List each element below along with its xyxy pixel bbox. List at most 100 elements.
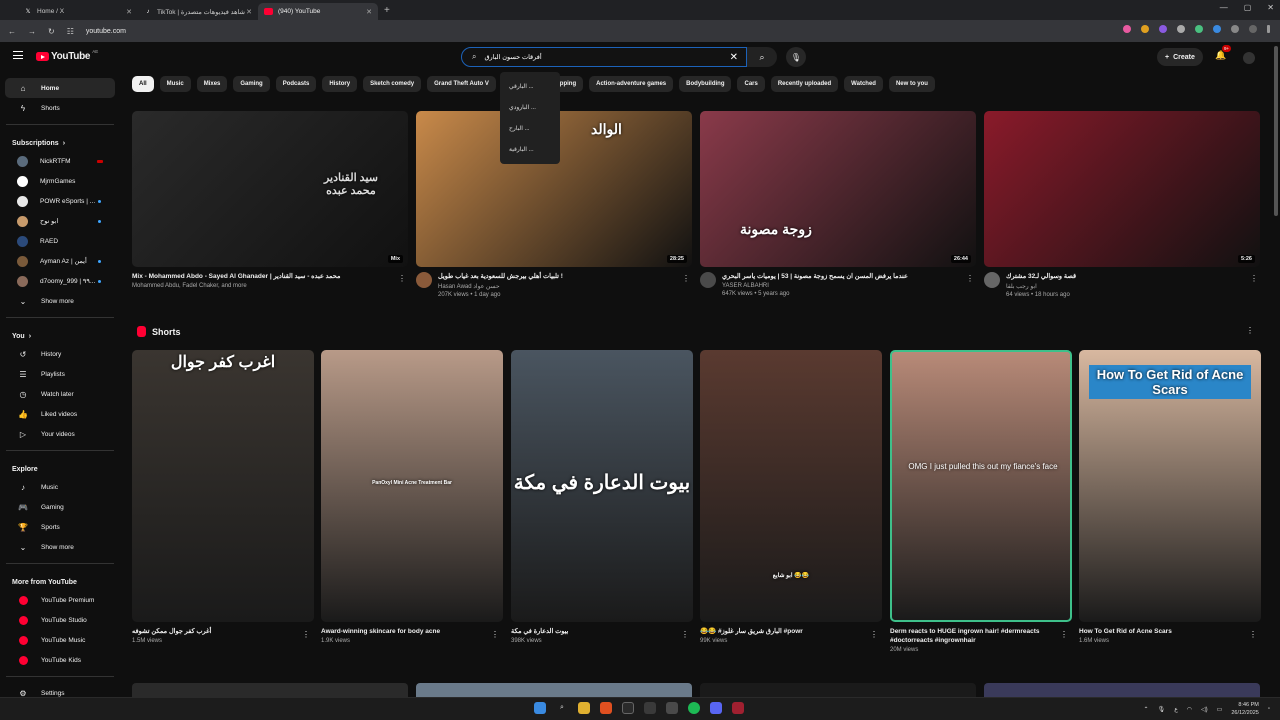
sidebar-subscription[interactable]: MjrmGames: [5, 171, 115, 191]
more-options-icon[interactable]: ⋮: [681, 630, 689, 639]
sidebar-item-history[interactable]: ↺ History: [5, 344, 115, 364]
chip-sketch-comedy[interactable]: Sketch comedy: [363, 76, 422, 92]
more-options-icon[interactable]: ⋮: [682, 274, 690, 283]
more-options-icon[interactable]: ⋮: [398, 274, 406, 283]
menu-icon[interactable]: [13, 51, 23, 59]
video-thumbnail[interactable]: زوجة مصونة 26:44: [700, 111, 976, 267]
short-card[interactable]: How To Get Rid of Acne Scars How To Get R…: [1079, 350, 1261, 644]
suggestion-item[interactable]: البارقي ...: [500, 76, 560, 97]
chip-grand-theft-auto-v[interactable]: Grand Theft Auto V: [427, 76, 496, 92]
new-tab-icon[interactable]: +: [384, 5, 390, 16]
url-field[interactable]: youtube.com: [86, 28, 126, 35]
search-button[interactable]: ⌕: [747, 47, 777, 67]
more-options-icon[interactable]: ⋮: [1060, 630, 1068, 639]
sidebar-show-more[interactable]: ⌄ Show more: [5, 291, 115, 311]
sidebar-subscription[interactable]: POWR eSports | ...: [5, 191, 115, 211]
create-button[interactable]: + Create: [1157, 48, 1203, 66]
chevron-up-icon[interactable]: ⌃: [1144, 706, 1149, 713]
sidebar-item-youtube-kids[interactable]: YouTube Kids: [5, 650, 115, 670]
close-tab-icon[interactable]: ✕: [126, 8, 132, 16]
sidebar-item-youtube-premium[interactable]: YouTube Premium: [5, 590, 115, 610]
sidebar-subscription[interactable]: ابو نوح: [5, 211, 115, 231]
extension-icon[interactable]: [1159, 25, 1167, 33]
channel-avatar[interactable]: [416, 272, 432, 288]
short-title[interactable]: Award-winning skincare for body acne: [321, 627, 503, 636]
minimize-icon[interactable]: —: [1220, 3, 1228, 12]
sidebar-item-home[interactable]: ⌂ Home: [5, 78, 115, 98]
language-indicator[interactable]: ع: [1174, 706, 1178, 713]
video-card[interactable]: سيد القنادير محمد عبده Mix Mix - Mohammed …: [132, 111, 408, 289]
back-icon[interactable]: ←: [8, 27, 16, 36]
extension-icon[interactable]: [1213, 25, 1221, 33]
sidebar-item-youtube-music[interactable]: YouTube Music: [5, 630, 115, 650]
short-thumbnail[interactable]: How To Get Rid of Acne Scars: [1079, 350, 1261, 622]
spotify-icon[interactable]: [688, 702, 700, 714]
extension-icon[interactable]: [1141, 25, 1149, 33]
app-icon[interactable]: [666, 702, 678, 714]
chip-mixes[interactable]: Mixes: [196, 76, 228, 92]
extension-icon[interactable]: [1177, 25, 1185, 33]
mic-icon[interactable]: 🎙: [1158, 706, 1166, 713]
chip-cars[interactable]: Cars: [737, 76, 765, 92]
more-options-icon[interactable]: ⋮: [491, 630, 499, 639]
chip-podcasts[interactable]: Podcasts: [275, 76, 317, 92]
short-thumbnail[interactable]: بيوت الدعارة في مكة: [511, 350, 693, 622]
sidebar-item-sports[interactable]: 🏆 Sports: [5, 517, 115, 537]
short-title[interactable]: How To Get Rid of Acne Scars: [1079, 627, 1261, 636]
channel-name[interactable]: ابو رجب بلقا: [1006, 283, 1076, 290]
app-icon[interactable]: [644, 702, 656, 714]
short-title[interactable]: بيوت الدعارة في مكة: [511, 627, 693, 636]
short-title[interactable]: أغرب كفر جوال ممكن تشوفه: [132, 627, 314, 636]
more-options-icon[interactable]: ⋮: [302, 630, 310, 639]
more-options-icon[interactable]: ⋮: [1246, 326, 1254, 335]
notification-center-icon[interactable]: ▫: [1268, 706, 1270, 712]
video-thumbnail[interactable]: 5:26: [984, 111, 1260, 267]
avatar[interactable]: [1243, 52, 1255, 64]
volume-icon[interactable]: ◁): [1201, 706, 1208, 713]
short-thumbnail[interactable]: OMG I just pulled this out my fiance's f…: [890, 350, 1072, 622]
chip-watched[interactable]: Watched: [844, 76, 883, 92]
more-options-icon[interactable]: ⋮: [1249, 630, 1257, 639]
chip-music[interactable]: Music: [159, 76, 191, 92]
sidebar-item-your-videos[interactable]: ▷ Your videos: [5, 424, 115, 444]
channel-name[interactable]: YASER ALBAHRI: [722, 283, 908, 289]
battery-icon[interactable]: ▭: [1217, 706, 1223, 713]
notifications-button[interactable]: 🔔 9+: [1215, 45, 1232, 61]
short-title[interactable]: 😂😂 #البارق شريق سار غلوز #powr: [700, 627, 882, 636]
suggestion-item[interactable]: البارقية ...: [500, 139, 560, 160]
video-card[interactable]: زوجة مصونة 26:44 عندما يرفض المسن ان يسمح …: [700, 111, 976, 297]
close-tab-icon[interactable]: ✕: [366, 8, 372, 16]
subscriptions-heading[interactable]: Subscriptions ›: [0, 131, 120, 151]
clear-search-icon[interactable]: ✕: [730, 52, 738, 63]
search-icon[interactable]: ⌕: [556, 702, 568, 714]
app-icon[interactable]: [732, 702, 744, 714]
menu-icon[interactable]: [1267, 25, 1270, 33]
short-title[interactable]: Derm reacts to HUGE ingrown hair! #dermr…: [890, 627, 1072, 645]
short-thumbnail[interactable]: ابو شايع 😂😂: [700, 350, 882, 622]
sidebar-subscription[interactable]: d7oomy_999 | ٩٩...: [5, 271, 115, 291]
video-title[interactable]: قصة وسوالي لـ32 مشترك: [1006, 272, 1076, 281]
maximize-icon[interactable]: ▢: [1244, 3, 1252, 12]
more-options-icon[interactable]: ⋮: [1250, 274, 1258, 283]
channel-name[interactable]: Mohammed Abdu, Fadel Chaker, and more: [132, 283, 341, 289]
extension-icon[interactable]: [1195, 25, 1203, 33]
video-title[interactable]: Mix - Mohammed Abdo - Sayed Al Ghanader …: [132, 272, 341, 281]
short-card[interactable]: بيوت الدعارة في مكة بيوت الدعارة في مكة 39…: [511, 350, 693, 644]
suggestion-item[interactable]: البارح ...: [500, 118, 560, 139]
short-card[interactable]: OMG I just pulled this out my fiance's f…: [890, 350, 1072, 653]
chip-gaming[interactable]: Gaming: [233, 76, 270, 92]
forward-icon[interactable]: →: [28, 27, 36, 36]
search-box[interactable]: ⌕ أفرقات حسون البارق ✕: [461, 47, 747, 67]
chip-action-adventure-games[interactable]: Action-adventure games: [589, 76, 674, 92]
sidebar-item-watch-later[interactable]: ◷ Watch later: [5, 384, 115, 404]
search-input[interactable]: أفرقات حسون البارق: [484, 53, 541, 61]
sidebar-item-youtube-studio[interactable]: YouTube Studio: [5, 610, 115, 630]
discord-icon[interactable]: [710, 702, 722, 714]
short-thumbnail[interactable]: اغرب كفر جوال: [132, 350, 314, 622]
short-card[interactable]: اغرب كفر جوال أغرب كفر جوال ممكن تشوفه 1.5…: [132, 350, 314, 644]
channel-avatar[interactable]: [700, 272, 716, 288]
sidebar-item-shorts[interactable]: ϟ Shorts: [5, 98, 115, 118]
sidebar-subscription[interactable]: RAED: [5, 231, 115, 251]
close-tab-icon[interactable]: ✕: [246, 8, 252, 16]
browser-tab-x[interactable]: 𝕏 Home / X ✕: [18, 3, 138, 20]
